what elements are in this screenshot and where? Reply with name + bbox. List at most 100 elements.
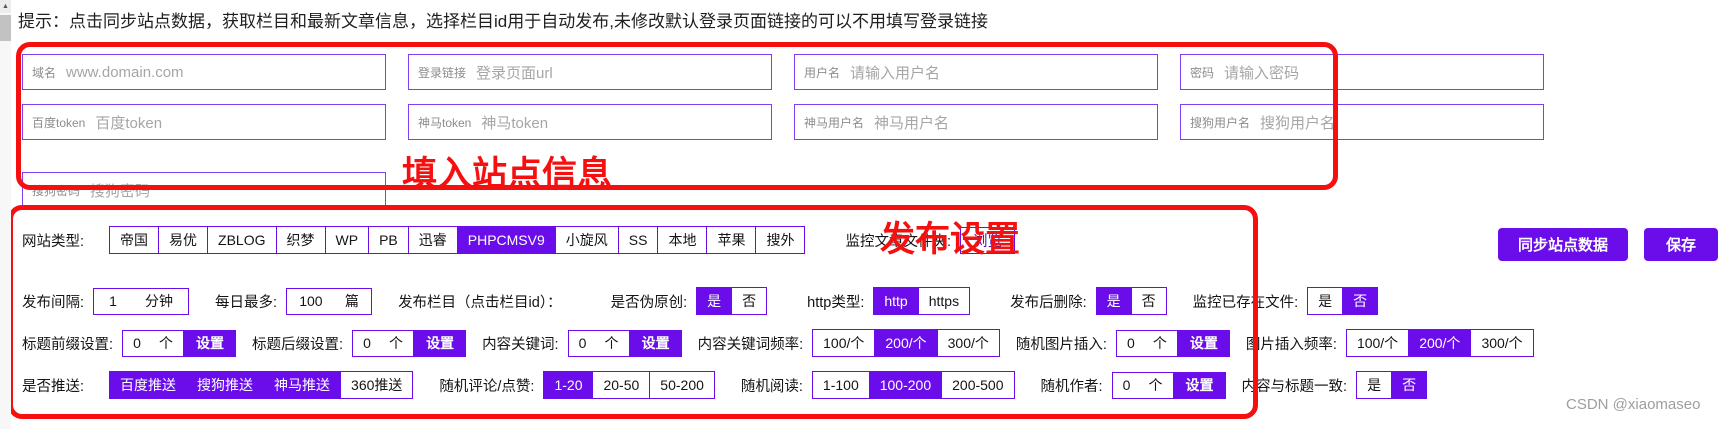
http-option[interactable]: http xyxy=(874,288,917,314)
site-type-option[interactable]: 本地 xyxy=(657,227,706,253)
delete-after-no[interactable]: 否 xyxy=(1131,288,1166,314)
content-keywords-label: 内容关键词: xyxy=(482,333,559,354)
baidu-token-field[interactable]: 百度token 百度token xyxy=(22,104,386,140)
random-author-label: 随机作者: xyxy=(1041,375,1103,396)
shenma-token-label: 神马token xyxy=(418,114,471,131)
publish-interval-input[interactable]: 1 分钟 xyxy=(93,288,189,315)
title-prefix-set-button[interactable]: 设置 xyxy=(184,330,236,357)
shenma-token-placeholder: 神马token xyxy=(481,112,548,133)
pseudo-original-no[interactable]: 否 xyxy=(731,288,766,314)
daily-max-label: 每日最多: xyxy=(215,291,277,312)
random-comment-option[interactable]: 50-200 xyxy=(649,372,714,398)
content-title-match-yes[interactable]: 是 xyxy=(1357,372,1391,398)
random-comment-label: 随机评论/点赞: xyxy=(439,375,534,396)
site-type-option[interactable]: PB xyxy=(368,227,408,253)
daily-max-unit: 篇 xyxy=(345,291,359,311)
random-comment-option-selected[interactable]: 1-20 xyxy=(544,372,592,398)
monitor-existing-no[interactable]: 否 xyxy=(1342,288,1377,314)
site-type-option[interactable]: 易优 xyxy=(158,227,207,253)
random-comment-group: 1-20 20-50 50-200 xyxy=(543,371,714,399)
publish-params-row: 发布间隔: 1 分钟 每日最多: 100 篇 发布栏目（点击栏目id）： 是否伪… xyxy=(22,287,1378,315)
shenma-username-placeholder: 神马用户名 xyxy=(874,112,949,133)
monitor-folder-label: 监控文章文件夹: xyxy=(845,230,951,251)
image-frequency-group: 100/个 200/个 300/个 xyxy=(1346,329,1534,357)
sogou-password-placeholder: 搜狗密码 xyxy=(90,180,150,201)
login-link-label: 登录链接 xyxy=(418,64,466,81)
keyword-freq-option-selected[interactable]: 200/个 xyxy=(874,330,936,356)
title-prefix-unit: 个 xyxy=(159,333,173,353)
random-read-option[interactable]: 200-500 xyxy=(941,372,1013,398)
sogou-username-label: 搜狗用户名 xyxy=(1190,114,1250,131)
password-field[interactable]: 密码 请输入密码 xyxy=(1180,54,1544,90)
http-type-label: http类型: xyxy=(807,291,864,312)
random-read-option-selected[interactable]: 100-200 xyxy=(869,372,941,398)
random-image-input[interactable]: 0 个 xyxy=(1116,330,1178,357)
keyword-frequency-label: 内容关键词频率: xyxy=(698,333,804,354)
baidu-token-placeholder: 百度token xyxy=(95,112,162,133)
title-suffix-set-button[interactable]: 设置 xyxy=(414,330,466,357)
title-suffix-input[interactable]: 0 个 xyxy=(352,330,414,357)
site-type-option[interactable]: 迅睿 xyxy=(408,227,457,253)
content-keywords-input[interactable]: 0 个 xyxy=(568,330,630,357)
random-image-value: 0 xyxy=(1127,335,1135,351)
push-option-shenma[interactable]: 神马推送 xyxy=(263,372,340,398)
image-freq-option[interactable]: 300/个 xyxy=(1470,330,1532,356)
https-option[interactable]: https xyxy=(918,288,969,314)
sogou-password-field[interactable]: 搜狗密码 搜狗密码 xyxy=(22,172,386,208)
scroll-up-icon[interactable]: ▲ xyxy=(0,0,11,13)
random-read-option[interactable]: 1-100 xyxy=(813,372,869,398)
publish-interval-label: 发布间隔: xyxy=(22,291,84,312)
save-button[interactable]: 保存 xyxy=(1644,228,1718,261)
password-placeholder: 请输入密码 xyxy=(1224,62,1299,83)
title-prefix-input[interactable]: 0 个 xyxy=(122,330,184,357)
sogou-password-label: 搜狗密码 xyxy=(32,182,80,199)
publish-interval-value: 1 xyxy=(109,293,117,309)
username-field[interactable]: 用户名 请输入用户名 xyxy=(794,54,1158,90)
keyword-image-row: 标题前缀设置: 0 个 设置 标题后缀设置: 0 个 设置 内容关键词: 0 个… xyxy=(22,329,1534,357)
pseudo-original-toggle: 是 否 xyxy=(696,287,767,315)
shenma-username-field[interactable]: 神马用户名 神马用户名 xyxy=(794,104,1158,140)
site-type-option[interactable]: 搜外 xyxy=(755,227,804,253)
daily-max-value: 100 xyxy=(299,293,322,309)
site-type-group: 帝国 易优 ZBLOG 织梦 WP PB 迅睿 PHPCMSV9 小旋风 SS … xyxy=(109,226,805,254)
left-scrollbar[interactable]: ▲ xyxy=(0,0,11,429)
random-image-set-button[interactable]: 设置 xyxy=(1178,330,1230,357)
site-type-option[interactable]: ZBLOG xyxy=(207,227,275,253)
random-author-input[interactable]: 0 个 xyxy=(1112,372,1174,399)
domain-field[interactable]: 域名 www.domain.com xyxy=(22,54,386,90)
random-comment-option[interactable]: 20-50 xyxy=(592,372,649,398)
daily-max-input[interactable]: 100 篇 xyxy=(286,288,372,315)
push-option-baidu[interactable]: 百度推送 xyxy=(110,372,186,398)
title-prefix-value: 0 xyxy=(133,335,141,351)
login-link-field[interactable]: 登录链接 登录页面url xyxy=(408,54,772,90)
push-option-360[interactable]: 360推送 xyxy=(340,372,412,398)
site-type-option-selected[interactable]: PHPCMSV9 xyxy=(457,227,555,253)
domain-placeholder: www.domain.com xyxy=(66,64,184,81)
random-image-unit: 个 xyxy=(1153,333,1167,353)
site-type-option[interactable]: SS xyxy=(618,227,658,253)
delete-after-yes[interactable]: 是 xyxy=(1097,288,1131,314)
random-author-set-button[interactable]: 设置 xyxy=(1174,372,1226,399)
keyword-freq-option[interactable]: 300/个 xyxy=(937,330,999,356)
site-type-option[interactable]: WP xyxy=(325,227,369,253)
site-type-option[interactable]: 帝国 xyxy=(110,227,158,253)
browse-button[interactable]: 浏览 xyxy=(960,227,1015,254)
random-read-label: 随机阅读: xyxy=(741,375,803,396)
shenma-token-field[interactable]: 神马token 神马token xyxy=(408,104,772,140)
sogou-username-placeholder: 搜狗用户名 xyxy=(1260,112,1335,133)
image-freq-option-selected[interactable]: 200/个 xyxy=(1408,330,1470,356)
content-keywords-set-button[interactable]: 设置 xyxy=(630,330,682,357)
scrollbar-thumb[interactable] xyxy=(0,15,11,41)
site-type-option[interactable]: 织梦 xyxy=(276,227,325,253)
site-type-option[interactable]: 小旋风 xyxy=(555,227,618,253)
image-freq-option[interactable]: 100/个 xyxy=(1347,330,1408,356)
domain-label: 域名 xyxy=(32,64,56,81)
keyword-freq-option[interactable]: 100/个 xyxy=(813,330,874,356)
sync-site-data-button[interactable]: 同步站点数据 xyxy=(1498,228,1628,261)
monitor-existing-yes[interactable]: 是 xyxy=(1308,288,1342,314)
sogou-username-field[interactable]: 搜狗用户名 搜狗用户名 xyxy=(1180,104,1544,140)
content-title-match-no[interactable]: 否 xyxy=(1391,372,1426,398)
site-type-option[interactable]: 苹果 xyxy=(706,227,755,253)
pseudo-original-yes[interactable]: 是 xyxy=(697,288,731,314)
push-option-sogou[interactable]: 搜狗推送 xyxy=(186,372,263,398)
